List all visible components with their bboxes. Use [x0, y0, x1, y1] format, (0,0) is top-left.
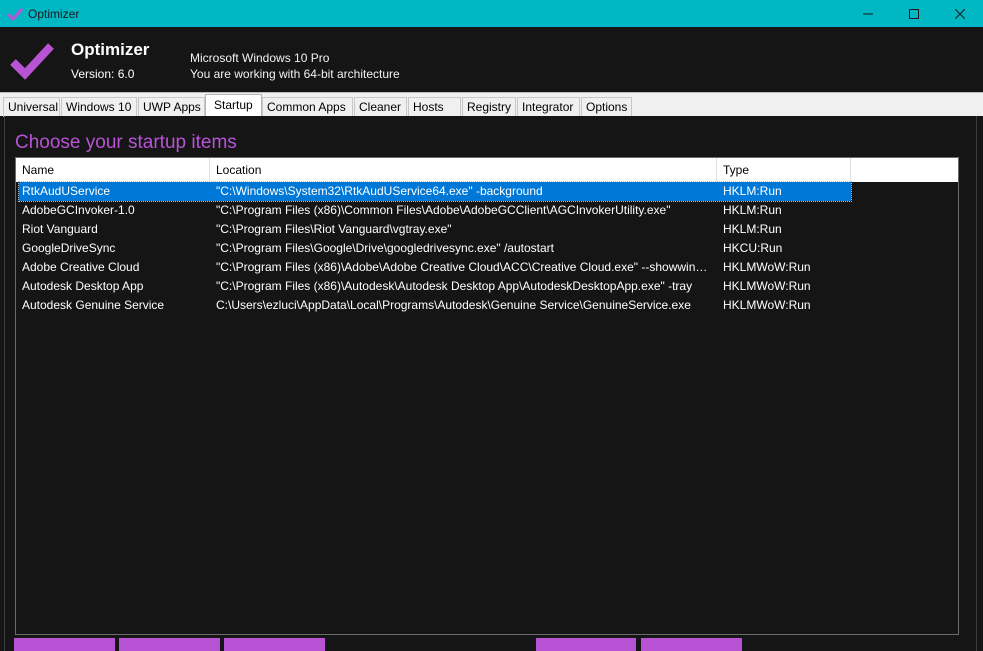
minimize-icon [863, 13, 873, 14]
checkmark-icon [10, 43, 54, 80]
action-button-2[interactable] [119, 638, 220, 651]
column-header-type[interactable]: Type [717, 158, 851, 182]
column-header-location[interactable]: Location [210, 158, 717, 182]
tab-windows-10[interactable]: Windows 10 [61, 97, 137, 117]
item-location: "C:\Program Files\Riot Vanguard\vgtray.e… [216, 222, 452, 236]
tab-universal[interactable]: Universal [3, 97, 60, 117]
item-name: Autodesk Genuine Service [22, 298, 165, 312]
startup-panel: Choose your startup items Name Location … [4, 116, 977, 651]
tab-integrator[interactable]: Integrator [517, 97, 580, 117]
action-button-1[interactable] [14, 638, 115, 651]
list-item[interactable]: Autodesk Genuine Service C:\Users\ezluci… [19, 296, 851, 315]
item-name: RtkAudUService [22, 184, 111, 198]
item-location: "C:\Program Files (x86)\Common Files\Ado… [216, 203, 671, 217]
checkmark-icon [7, 7, 23, 21]
item-type: HKLM:Run [723, 184, 782, 198]
tab-hosts[interactable]: Hosts [408, 97, 461, 117]
item-location: "C:\Program Files\Google\Drive\googledri… [216, 241, 554, 255]
list-item[interactable]: Riot Vanguard "C:\Program Files\Riot Van… [19, 220, 851, 239]
action-button-3[interactable] [224, 638, 325, 651]
app-name: Optimizer [71, 40, 150, 59]
tab-startup[interactable]: Startup [205, 94, 262, 117]
list-header: Name Location Type [16, 158, 958, 182]
os-name: Microsoft Windows 10 Pro [190, 51, 330, 65]
item-type: HKLM:Run [723, 203, 782, 217]
close-button[interactable] [937, 0, 983, 27]
app-header: Optimizer Version: 6.0 Microsoft Windows… [0, 27, 983, 92]
list-item[interactable]: AdobeGCInvoker-1.0 "C:\Program Files (x8… [19, 201, 851, 220]
tab-cleaner[interactable]: Cleaner [354, 97, 407, 117]
tab-uwp-apps[interactable]: UWP Apps [138, 97, 205, 117]
item-type: HKCU:Run [723, 241, 783, 255]
tab-strip: Universal Windows 10 UWP Apps Startup Co… [0, 92, 983, 117]
item-type: HKLMWoW:Run [723, 260, 811, 274]
item-location: "C:\Windows\System32\RtkAudUService64.ex… [216, 184, 543, 198]
maximize-button[interactable] [891, 0, 937, 27]
item-name: Riot Vanguard [22, 222, 98, 236]
list-item[interactable]: Adobe Creative Cloud "C:\Program Files (… [19, 258, 851, 277]
item-type: HKLMWoW:Run [723, 298, 811, 312]
item-name: Adobe Creative Cloud [22, 260, 140, 274]
column-header-name[interactable]: Name [16, 158, 210, 182]
action-button-4[interactable] [536, 638, 636, 651]
list-item[interactable]: Autodesk Desktop App "C:\Program Files (… [19, 277, 851, 296]
item-location: "C:\Program Files (x86)\Autodesk\Autodes… [216, 279, 693, 293]
minimize-button[interactable] [845, 0, 891, 27]
list-item[interactable]: GoogleDriveSync "C:\Program Files\Google… [19, 239, 851, 258]
item-name: AdobeGCInvoker-1.0 [22, 203, 135, 217]
app-version: Version: 6.0 [71, 67, 135, 81]
list-item[interactable]: RtkAudUService "C:\Windows\System32\RtkA… [18, 181, 852, 202]
item-type: HKLM:Run [723, 222, 782, 236]
window-title: Optimizer [28, 6, 80, 21]
close-icon [955, 8, 965, 19]
maximize-icon [909, 8, 919, 19]
architecture-info: You are working with 64-bit architecture [190, 67, 400, 81]
item-name: Autodesk Desktop App [22, 279, 144, 293]
title-bar[interactable]: Optimizer [0, 0, 983, 27]
startup-list[interactable]: Name Location Type RtkAudUService "C:\Wi… [15, 157, 959, 635]
action-button-5[interactable] [641, 638, 742, 651]
tab-options[interactable]: Options [581, 97, 632, 117]
item-location: C:\Users\ezluci\AppData\Local\Programs\A… [216, 298, 691, 312]
item-name: GoogleDriveSync [22, 241, 116, 255]
item-type: HKLMWoW:Run [723, 279, 811, 293]
item-location: "C:\Program Files (x86)\Adobe\Adobe Crea… [216, 260, 712, 274]
section-title: Choose your startup items [15, 132, 237, 153]
tab-registry[interactable]: Registry [462, 97, 516, 117]
tab-common-apps[interactable]: Common Apps [262, 97, 353, 117]
